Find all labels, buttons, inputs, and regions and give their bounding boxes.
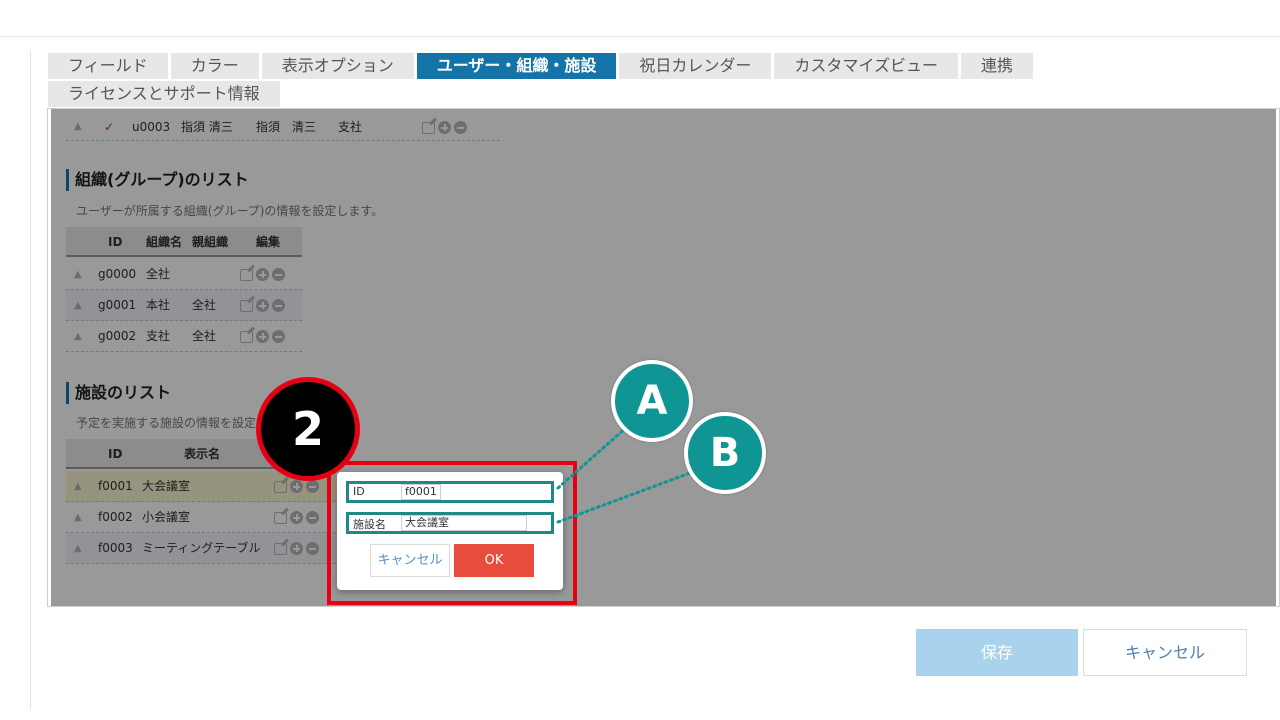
tab-display-options[interactable]: 表示オプション xyxy=(261,53,414,79)
highlight-frame xyxy=(327,461,577,605)
tab-colors[interactable]: カラー xyxy=(170,53,259,79)
modal-backdrop[interactable] xyxy=(51,109,1276,606)
header-divider xyxy=(0,36,1280,37)
sidebar-divider xyxy=(30,50,31,710)
tab-integration[interactable]: 連携 xyxy=(960,53,1033,79)
save-button[interactable]: 保存 xyxy=(916,629,1078,676)
tab-license-support[interactable]: ライセンスとサポート情報 xyxy=(48,81,280,107)
callout-a-badge: A xyxy=(611,360,693,442)
settings-tabs: フィールド カラー 表示オプション ユーザー・組織・施設 祝日カレンダー カスタ… xyxy=(48,53,1033,79)
cancel-button[interactable]: キャンセル xyxy=(1083,629,1247,676)
tab-holiday-calendar[interactable]: 祝日カレンダー xyxy=(619,53,772,79)
tab-customize-view[interactable]: カスタマイズビュー xyxy=(774,53,958,79)
settings-panel: ▲︎ ✓ u0003 指須 清三 指須 清三 支社 組織(グループ)のリスト ユ… xyxy=(47,108,1280,607)
step-badge: 2 xyxy=(256,377,360,481)
settings-tabs-row2: ライセンスとサポート情報 xyxy=(48,81,280,107)
tab-users-orgs-facilities[interactable]: ユーザー・組織・施設 xyxy=(416,53,617,79)
callout-b-badge: B xyxy=(684,412,766,494)
tab-fields[interactable]: フィールド xyxy=(48,53,168,79)
